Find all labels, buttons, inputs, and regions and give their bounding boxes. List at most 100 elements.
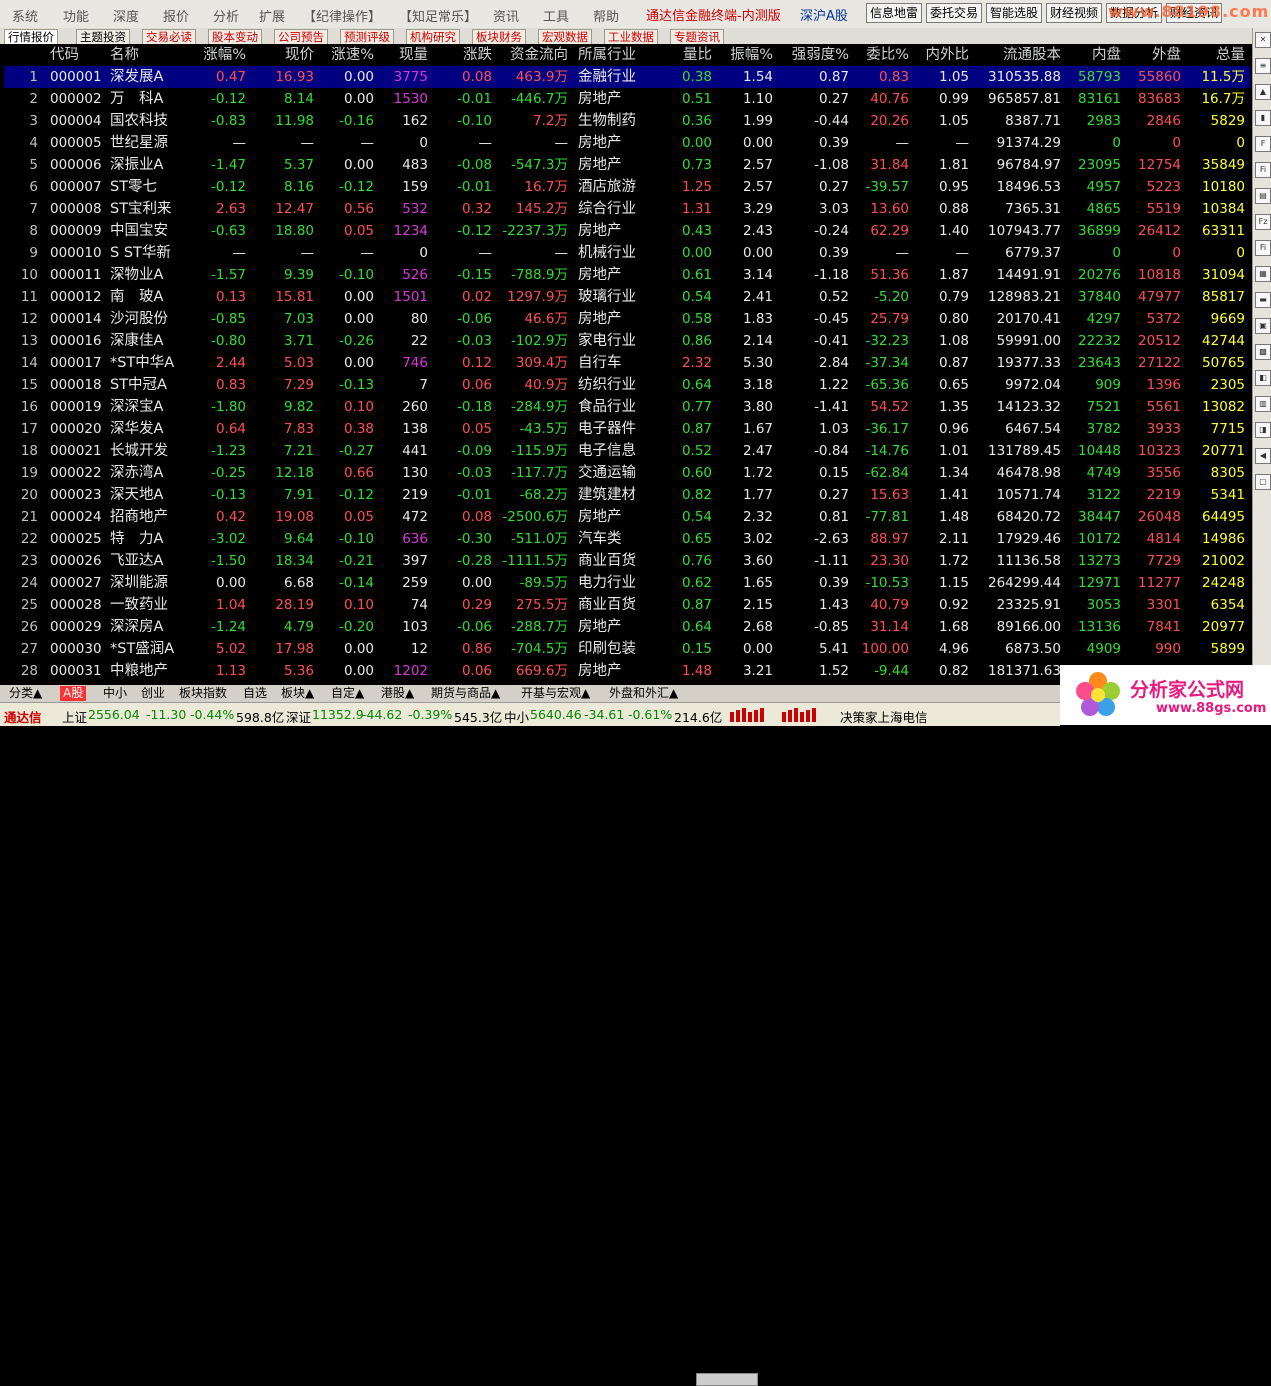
table-row[interactable]: 4 000005 世纪星源 — — — 0 — — 房地产 0.00 0.00 0.39 — — 91374.…	[4, 132, 1250, 154]
table-row[interactable]: 10 000011 深物业A -1.57 9.39 -0.10 526 -0.15 -788.9…	[4, 264, 1250, 286]
btab-sector[interactable]: 板块▲	[278, 686, 317, 701]
column-header-str[interactable]: 强弱度%	[777, 44, 849, 66]
table-row[interactable]: 9 000010 S ST华新 — — — 0 — — 机械行业 0.00 0.00 0.39 — — 677…	[4, 242, 1250, 264]
table-row[interactable]: 21 000024 招商地产 0.42 19.08 0.05 472 0.08 -2500.6万…	[4, 506, 1250, 528]
menu-extend[interactable]: 扩展	[259, 6, 285, 25]
column-header-wb[interactable]: 委比%	[853, 44, 909, 66]
btab-gem[interactable]: 创业	[138, 686, 168, 701]
column-header-flow[interactable]: 资金流向	[496, 44, 568, 66]
table-row[interactable]: 20 000023 深天地A -0.13 7.91 -0.12 219 -0.01 -68.2万…	[4, 484, 1250, 506]
column-header-cap[interactable]: 流通股本	[973, 44, 1061, 66]
table-row[interactable]: 6 000007 ST零七 -0.12 8.16 -0.12 159 -0.01 16.7万 酒店…	[4, 176, 1250, 198]
menu-discipline[interactable]: 【纪律操作】	[303, 6, 381, 25]
btab-sme[interactable]: 中小	[100, 686, 130, 701]
grid-icon[interactable]: ▩	[1255, 344, 1271, 360]
btab-category[interactable]: 分类▲	[6, 686, 45, 701]
column-header-amp[interactable]: 振幅%	[716, 44, 773, 66]
table-row[interactable]: 11 000012 南 玻A 0.13 15.81 0.00 1501 0.02 1297.9万…	[4, 286, 1250, 308]
tab-rating[interactable]: 预测评级	[340, 29, 394, 45]
news-icon[interactable]: ▦	[1255, 266, 1271, 282]
fio-2-icon[interactable]: Fi	[1255, 240, 1271, 256]
document-icon[interactable]: ▤	[1255, 188, 1271, 204]
column-header-io[interactable]: 内外比	[913, 44, 970, 66]
column-header-vr[interactable]: 量比	[652, 44, 712, 66]
fiz-icon[interactable]: Fz	[1255, 214, 1271, 230]
menu-news[interactable]: 资讯	[493, 6, 519, 25]
btab-a-share[interactable]: A股	[60, 686, 87, 701]
btab-hk[interactable]: 港股▲	[378, 686, 417, 701]
tab-quote[interactable]: 行情报价	[4, 29, 58, 45]
btab-custom[interactable]: 自定▲	[328, 686, 367, 701]
kline-icon[interactable]: ▮	[1255, 110, 1271, 126]
close-icon[interactable]: ✕	[1255, 32, 1271, 48]
table-row[interactable]: 13 000016 深康佳A -0.80 3.71 -0.26 22 -0.03 -102.9万…	[4, 330, 1250, 352]
table-row[interactable]: 17 000020 深华发A 0.64 7.83 0.38 138 0.05 -43.5万 电子器…	[4, 418, 1250, 440]
table-row[interactable]: 18 000021 长城开发 -1.23 7.21 -0.27 441 -0.09 -115.9…	[4, 440, 1250, 462]
column-header-vol[interactable]: 现量	[378, 44, 428, 66]
fio-icon[interactable]: Fi	[1255, 162, 1271, 178]
menu-tools[interactable]: 工具	[543, 6, 569, 25]
tab-institution[interactable]: 机构研究	[406, 29, 460, 45]
btab-sector-index[interactable]: 板块指数	[176, 686, 230, 701]
column-header-diff[interactable]: 涨跌	[432, 44, 492, 66]
column-header-price[interactable]: 现价	[250, 44, 314, 66]
menu-depth[interactable]: 深度	[113, 6, 139, 25]
info-mine-button[interactable]: 信息地雷	[866, 3, 923, 23]
column-header-spd[interactable]: 涨速%	[318, 44, 374, 66]
btab-funds-macro[interactable]: 开基与宏观▲	[518, 686, 593, 701]
btab-watchlist[interactable]: 自选	[240, 686, 270, 701]
arrow-left-icon[interactable]: ◀	[1255, 448, 1271, 464]
smart-pick-button[interactable]: 智能选股	[986, 3, 1043, 23]
table-row[interactable]: 27 000030 *ST盛润A 5.02 17.98 0.00 12 0.86 -704.5万…	[4, 638, 1250, 660]
menu-help[interactable]: 帮助	[593, 6, 619, 25]
table-row[interactable]: 1 000001 深发展A 0.47 16.93 0.00 3775 0.08 463.9万 金融…	[4, 66, 1250, 88]
table-row[interactable]: 2 000002 万 科A -0.12 8.14 0.00 1530 -0.01 -446.7万…	[4, 88, 1250, 110]
layout-icon[interactable]: ◨	[1255, 422, 1271, 438]
column-header-chg[interactable]: 涨幅%	[184, 44, 246, 66]
tab-company-forecast[interactable]: 公司预告	[274, 29, 328, 45]
table-row[interactable]: 16 000019 深深宝A -1.80 9.82 0.10 260 -0.18 -284.9万…	[4, 396, 1250, 418]
btab-foreign[interactable]: 外盘和外汇▲	[606, 686, 681, 701]
tab-special[interactable]: 专题资讯	[670, 29, 724, 45]
column-header-ind[interactable]: 所属行业	[578, 44, 648, 66]
table-row[interactable]: 8 000009 中国宝安 -0.63 18.80 0.05 1234 -0.12 -2237.…	[4, 220, 1250, 242]
calendar-icon[interactable]: ▣	[1255, 318, 1271, 334]
table-row[interactable]: 7 000008 ST宝利来 2.63 12.47 0.56 532 0.32 145.2万 综合…	[4, 198, 1250, 220]
menu-system[interactable]: 系统	[12, 6, 38, 25]
menu-function[interactable]: 功能	[63, 6, 89, 25]
finance-video-button[interactable]: 财经视频	[1046, 3, 1103, 23]
table-row[interactable]: 14 000017 *ST中华A 2.44 5.03 0.00 746 0.12 309.4万自…	[4, 352, 1250, 374]
table-row[interactable]: 12 000014 沙河股份 -0.85 7.03 0.00 80 -0.06 46.6万 房地产…	[4, 308, 1250, 330]
save-icon[interactable]: ◧	[1255, 370, 1271, 386]
window-icon[interactable]: ▢	[1255, 474, 1271, 490]
tab-capital-change[interactable]: 股本变动	[208, 29, 262, 45]
horizontal-scrollbar[interactable]	[696, 1373, 758, 1386]
menu-analysis[interactable]: 分析	[213, 6, 239, 25]
tab-sector-finance[interactable]: 板块财务	[472, 29, 526, 45]
tab-industry[interactable]: 工业数据	[604, 29, 658, 45]
table-row[interactable]: 15 000018 ST中冠A 0.83 7.29 -0.13 7 0.06 40.9万 纺织行业…	[4, 374, 1250, 396]
tab-trade-read[interactable]: 交易必读	[142, 29, 196, 45]
tab-theme[interactable]: 主题投资	[76, 29, 130, 45]
menu-content[interactable]: 【知足常乐】	[399, 6, 477, 25]
f10-icon[interactable]: F	[1255, 136, 1271, 152]
table-row[interactable]: 25 000028 一致药业 1.04 28.19 0.10 74 0.29 275.5万 商业百…	[4, 594, 1250, 616]
trade-button[interactable]: 委托交易	[926, 3, 983, 23]
table-row[interactable]: 26 000029 深深房A -1.24 4.79 -0.20 103 -0.06 -288.7…	[4, 616, 1250, 638]
folder-icon[interactable]: ▬	[1255, 292, 1271, 308]
chart-icon[interactable]: ▲	[1255, 84, 1271, 100]
menu-quote[interactable]: 报价	[163, 6, 189, 25]
column-header-tot[interactable]: 总量	[1185, 44, 1245, 66]
column-header-out[interactable]: 外盘	[1125, 44, 1181, 66]
table-row[interactable]: 5 000006 深振业A -1.47 5.37 0.00 483 -0.08 -547.3万房…	[4, 154, 1250, 176]
table-row[interactable]: 3 000004 国农科技 -0.83 11.98 -0.16 162 -0.10 7.2万 生物…	[4, 110, 1250, 132]
table-icon[interactable]: ▥	[1255, 396, 1271, 412]
table-row[interactable]: 22 000025 特 力A -3.02 9.64 -0.10 636 -0.30 -511.0…	[4, 528, 1250, 550]
list-icon[interactable]: ≡	[1255, 58, 1271, 74]
table-row[interactable]: 23 000026 飞亚达A -1.50 18.34 -0.21 397 -0.28 -1111…	[4, 550, 1250, 572]
column-header-code[interactable]: 代码	[50, 44, 106, 66]
tab-macro[interactable]: 宏观数据	[538, 29, 592, 45]
table-row[interactable]: 24 000027 深圳能源 0.00 6.68 -0.14 259 0.00 -89.5万 电力…	[4, 572, 1250, 594]
btab-futures[interactable]: 期货与商品▲	[428, 686, 503, 701]
column-header-name[interactable]: 名称	[110, 44, 180, 66]
